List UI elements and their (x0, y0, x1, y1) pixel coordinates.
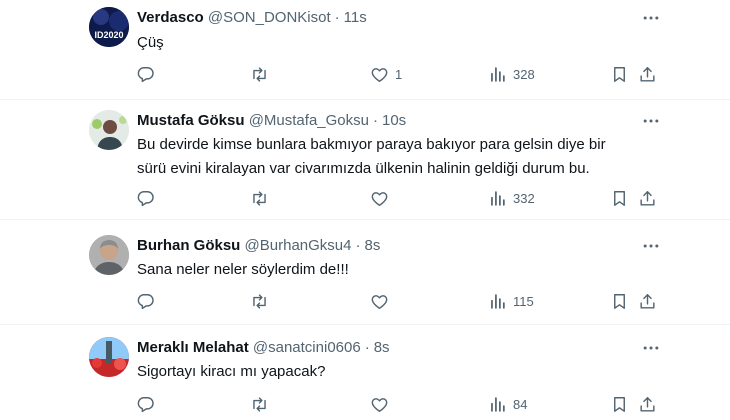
share-button[interactable] (638, 392, 657, 416)
bookmark-button[interactable] (610, 186, 629, 210)
retweet-button[interactable] (250, 186, 269, 210)
like-button[interactable]: 1 (370, 62, 402, 86)
tweet-actions: 332 (130, 186, 670, 210)
tweet[interactable]: ID2020 Verdasco @SON_DONKisot · 11s Çüş 1 … (0, 0, 730, 100)
like-icon (370, 292, 389, 311)
retweet-button[interactable] (250, 392, 269, 416)
reply-icon (136, 292, 155, 311)
avatar[interactable]: ID2020 (89, 7, 129, 47)
like-count: 1 (395, 66, 403, 82)
author-name[interactable]: Burhan Göksu (137, 237, 240, 254)
author-name[interactable]: Meraklı Melahat (137, 339, 249, 356)
avatar[interactable] (89, 235, 129, 275)
tweet[interactable]: Burhan Göksu @BurhanGksu4 · 8s Sana neler … (0, 220, 730, 325)
retweet-icon (250, 65, 269, 84)
separator-dot: · (372, 112, 378, 129)
views-icon (488, 395, 507, 414)
author-name[interactable]: Mustafa Göksu (137, 112, 245, 129)
tweet-header: Mustafa Göksu @Mustafa_Goksu · 10s (137, 111, 406, 131)
views-button[interactable]: 332 (488, 186, 535, 210)
bookmark-icon (610, 395, 629, 414)
tweet-actions: 84 (130, 392, 670, 416)
like-button[interactable] (370, 289, 389, 313)
bookmark-button[interactable] (610, 289, 629, 313)
views-button[interactable]: 84 (488, 392, 527, 416)
author-handle[interactable]: @Mustafa_Goksu (249, 112, 369, 129)
views-icon (488, 189, 507, 208)
timestamp[interactable]: 8s (364, 237, 380, 254)
tweet-text: Sigortayı kiracı mı yapacak? (137, 363, 326, 380)
more-icon[interactable] (641, 8, 661, 28)
retweet-button[interactable] (250, 289, 269, 313)
retweet-icon (250, 189, 269, 208)
like-icon (370, 65, 389, 84)
tweet-header: Verdasco @SON_DONKisot · 11s (137, 8, 367, 28)
reply-icon (136, 189, 155, 208)
timestamp[interactable]: 8s (374, 339, 390, 356)
avatar[interactable] (89, 337, 129, 377)
tweet[interactable]: Mustafa Göksu @Mustafa_Goksu · 10s Bu devi… (0, 100, 730, 220)
share-button[interactable] (638, 186, 657, 210)
views-button[interactable]: 115 (488, 289, 534, 313)
retweet-icon (250, 395, 269, 414)
tweet-header: Burhan Göksu @BurhanGksu4 · 8s (137, 236, 380, 256)
retweet-icon (250, 292, 269, 311)
more-icon[interactable] (641, 111, 661, 131)
views-icon (488, 292, 507, 311)
views-icon (488, 65, 507, 84)
tweet-header: Meraklı Melahat @sanatcini0606 · 8s (137, 338, 390, 358)
separator-dot: · (355, 237, 361, 254)
share-icon (638, 65, 657, 84)
more-icon[interactable] (641, 236, 661, 256)
separator-dot: · (364, 339, 370, 356)
author-name[interactable]: Verdasco (137, 9, 204, 26)
timestamp[interactable]: 10s (382, 112, 406, 129)
tweet-actions: 115 (130, 289, 670, 313)
tweet[interactable]: Meraklı Melahat @sanatcini0606 · 8s Sigort… (0, 325, 730, 420)
bookmark-icon (610, 65, 629, 84)
reply-button[interactable] (136, 186, 155, 210)
bookmark-icon (610, 292, 629, 311)
like-button[interactable] (370, 186, 389, 210)
tweet-text: Sana neler neler söylerdim de!!! (137, 261, 349, 278)
share-icon (638, 189, 657, 208)
like-button[interactable] (370, 392, 389, 416)
share-icon (638, 292, 657, 311)
like-icon (370, 395, 389, 414)
share-button[interactable] (638, 62, 657, 86)
avatar-label: ID2020 (94, 30, 123, 40)
bookmark-button[interactable] (610, 62, 629, 86)
reply-icon (136, 65, 155, 84)
views-button[interactable]: 328 (488, 62, 535, 86)
share-button[interactable] (638, 289, 657, 313)
author-handle[interactable]: @sanatcini0606 (253, 339, 361, 356)
tweet-actions: 1 328 (130, 62, 670, 86)
author-handle[interactable]: @BurhanGksu4 (245, 237, 352, 254)
like-icon (370, 189, 389, 208)
tweet-text: Çüş (137, 34, 164, 51)
timestamp[interactable]: 11s (344, 9, 367, 26)
avatar[interactable] (89, 110, 129, 150)
view-count: 115 (513, 293, 534, 309)
view-count: 84 (513, 396, 528, 412)
reply-icon (136, 395, 155, 414)
reply-button[interactable] (136, 62, 155, 86)
retweet-button[interactable] (250, 62, 269, 86)
tweet-text: Bu devirde kimse bunlara bakmıyor paraya… (137, 136, 606, 177)
reply-button[interactable] (136, 392, 155, 416)
separator-dot: · (334, 9, 340, 26)
bookmark-button[interactable] (610, 392, 629, 416)
more-icon[interactable] (641, 338, 661, 358)
reply-button[interactable] (136, 289, 155, 313)
bookmark-icon (610, 189, 629, 208)
view-count: 332 (513, 190, 535, 206)
share-icon (638, 395, 657, 414)
view-count: 328 (513, 66, 535, 82)
author-handle[interactable]: @SON_DONKisot (208, 9, 331, 26)
